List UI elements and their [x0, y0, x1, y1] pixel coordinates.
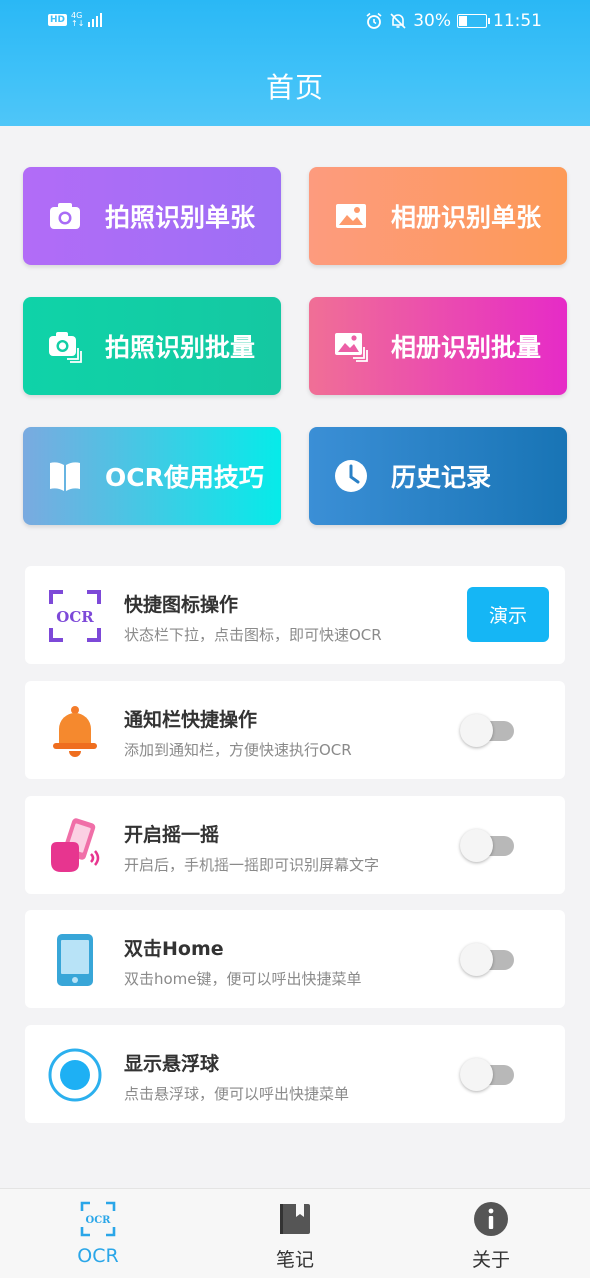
mute-icon — [390, 13, 406, 29]
feature-shortcut-icon: OCR 快捷图标操作 状态栏下拉，点击图标，即可快速OCR 演示 — [25, 566, 565, 664]
network-indicator: 4G ↑↓ — [71, 12, 84, 28]
bottom-tab-bar: OCR OCR 笔记 关于 — [0, 1188, 590, 1278]
float-ball-icon — [48, 1048, 102, 1102]
notification-toggle[interactable] — [460, 713, 514, 747]
camera-batch-icon — [49, 332, 82, 363]
feature-title: 通知栏快捷操作 — [124, 709, 258, 731]
tab-label: 关于 — [471, 1249, 510, 1271]
image-icon — [336, 204, 366, 228]
tab-label: 笔记 — [275, 1249, 314, 1271]
tab-ocr[interactable]: OCR OCR — [38, 1189, 158, 1278]
tile-camera-batch[interactable]: 拍照识别批量 — [23, 297, 281, 395]
svg-text:OCR: OCR — [56, 608, 94, 626]
camera-icon — [50, 203, 80, 229]
float-ball-toggle[interactable] — [460, 1057, 514, 1091]
network-activity: ↑↓ — [71, 19, 85, 28]
book-icon — [50, 462, 80, 491]
status-bar: HD 4G ↑↓ 30% 11:51 — [0, 0, 590, 44]
tab-about[interactable]: 关于 — [431, 1189, 551, 1278]
tile-camera-single[interactable]: 拍照识别单张 — [23, 167, 281, 265]
tile-history[interactable]: 历史记录 — [309, 427, 567, 525]
double-home-toggle[interactable] — [460, 942, 514, 976]
tile-label: 拍照识别单张 — [105, 203, 256, 232]
clock-icon — [335, 460, 367, 492]
feature-subtitle: 点击悬浮球，便可以呼出快捷菜单 — [124, 1085, 350, 1103]
hd-badge: HD — [48, 14, 68, 26]
clock-time: 11:51 — [493, 11, 542, 31]
tile-label: 历史记录 — [391, 463, 492, 492]
svg-text:OCR: OCR — [86, 1215, 112, 1226]
feature-subtitle: 状态栏下拉，点击图标，即可快速OCR — [124, 626, 382, 644]
shake-phone-icon — [51, 818, 100, 872]
feature-title: 快捷图标操作 — [124, 594, 239, 616]
feature-title: 开启摇一摇 — [124, 824, 220, 846]
tile-album-single[interactable]: 相册识别单张 — [309, 167, 567, 265]
tile-label: 拍照识别批量 — [105, 333, 256, 362]
feature-shake: 开启摇一摇 开启后，手机摇一摇即可识别屏幕文字 — [25, 796, 565, 894]
tile-ocr-tips[interactable]: OCR使用技巧 — [23, 427, 281, 525]
feature-subtitle: 双击home键，便可以呼出快捷菜单 — [124, 970, 362, 988]
battery-icon — [457, 14, 490, 28]
signal-icon — [88, 13, 103, 27]
battery-percent: 30% — [413, 11, 451, 31]
tile-label: 相册识别单张 — [391, 203, 542, 232]
feature-title: 显示悬浮球 — [124, 1053, 220, 1075]
feature-subtitle: 添加到通知栏，方便快速执行OCR — [124, 741, 352, 759]
tile-label: 相册识别批量 — [391, 333, 542, 362]
tab-label: OCR — [77, 1245, 119, 1267]
tile-album-batch[interactable]: 相册识别批量 — [309, 297, 567, 395]
app-header: HD 4G ↑↓ 30% 11:51 首页 — [0, 0, 590, 126]
notebook-icon — [280, 1204, 310, 1234]
image-batch-icon — [335, 333, 368, 362]
bell-icon — [53, 706, 97, 757]
tab-notes[interactable]: 笔记 — [235, 1189, 355, 1278]
feature-title: 双击Home — [124, 938, 224, 960]
feature-double-home: 双击Home 双击home键，便可以呼出快捷菜单 — [25, 910, 565, 1008]
feature-subtitle: 开启后，手机摇一摇即可识别屏幕文字 — [124, 856, 380, 874]
shake-toggle[interactable] — [460, 828, 514, 862]
tile-label: OCR使用技巧 — [105, 463, 264, 492]
phone-icon — [57, 934, 93, 986]
ocr-scan-icon: OCR — [80, 1201, 116, 1237]
info-icon — [474, 1202, 508, 1236]
page-title: 首页 — [265, 71, 324, 104]
feature-notification: 通知栏快捷操作 添加到通知栏，方便快速执行OCR — [25, 681, 565, 779]
demo-button[interactable]: 演示 — [467, 587, 549, 642]
alarm-icon — [366, 12, 382, 29]
ocr-scan-icon: OCR — [49, 590, 101, 642]
feature-float-ball: 显示悬浮球 点击悬浮球，便可以呼出快捷菜单 — [25, 1025, 565, 1123]
